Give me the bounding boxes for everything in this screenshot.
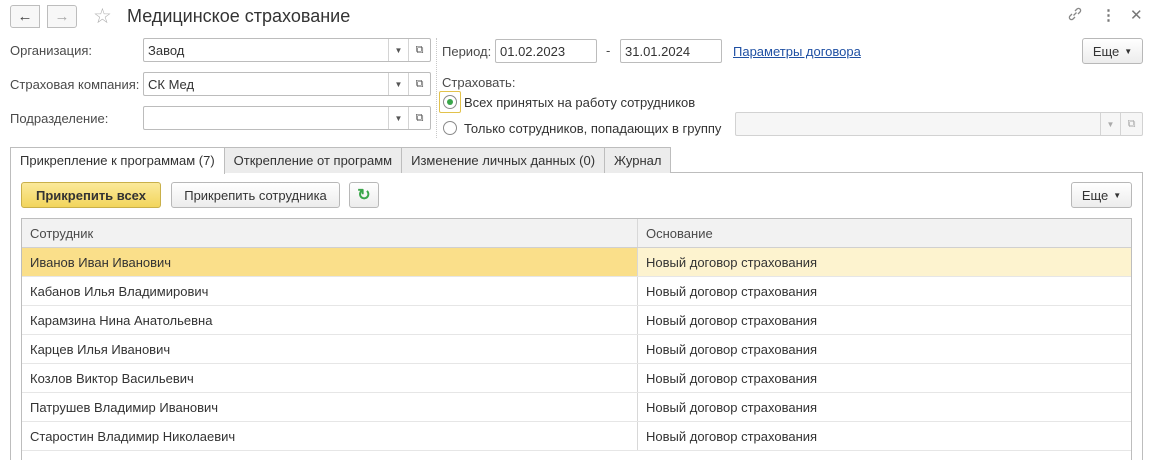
- table-row[interactable]: Козлов Виктор Васильевич Новый договор с…: [22, 364, 1131, 393]
- insurance-company-field[interactable]: СК Мед ▼ ⧉: [143, 72, 431, 96]
- period-label: Период:: [442, 44, 492, 59]
- cell-basis: Новый договор страхования: [646, 342, 818, 357]
- table-more-button[interactable]: Еще ▼: [1071, 182, 1132, 208]
- arrow-left-icon: ←: [17, 8, 33, 25]
- cell-basis: Новый договор страхования: [646, 313, 818, 328]
- more-button[interactable]: Еще ▼: [1082, 38, 1143, 64]
- period-to-input[interactable]: 31.01.2024: [620, 39, 722, 63]
- organization-field[interactable]: Завод ▼ ⧉: [143, 38, 431, 62]
- department-label: Подразделение:: [10, 111, 109, 126]
- attach-employee-button[interactable]: Прикрепить сотрудника: [171, 182, 340, 208]
- table-row[interactable]: Старостин Владимир Николаевич Новый дого…: [22, 422, 1131, 451]
- cell-employee: Козлов Виктор Васильевич: [22, 364, 638, 392]
- column-header-employee[interactable]: Сотрудник: [22, 219, 638, 247]
- column-divider: [436, 38, 437, 138]
- refresh-button[interactable]: ↻: [349, 182, 379, 208]
- radio-all-employees-label[interactable]: Всех принятых на работу сотрудников: [464, 95, 695, 110]
- cell-basis: Новый договор страхования: [646, 429, 818, 444]
- dropdown-icon[interactable]: ▼: [1100, 113, 1120, 135]
- cell-employee: Патрушев Владимир Иванович: [22, 393, 638, 421]
- open-icon[interactable]: ⧉: [408, 107, 430, 129]
- more-vertical-icon[interactable]: ⋮: [1101, 6, 1116, 24]
- tab-detach-programs[interactable]: Открепление от программ: [223, 147, 403, 173]
- cell-basis: Новый договор страхования: [646, 400, 818, 415]
- open-icon[interactable]: ⧉: [408, 73, 430, 95]
- table-row[interactable]: Карамзина Нина Анатольевна Новый договор…: [22, 306, 1131, 335]
- cell-basis: Новый договор страхования: [646, 371, 818, 386]
- organization-label: Организация:: [10, 43, 93, 58]
- tab-journal[interactable]: Журнал: [604, 147, 672, 173]
- table-row[interactable]: Карцев Илья Иванович Новый договор страх…: [22, 335, 1131, 364]
- column-header-basis[interactable]: Основание: [638, 219, 1131, 247]
- dropdown-icon[interactable]: ▼: [388, 73, 408, 95]
- table-row[interactable]: Иванов Иван Иванович Новый договор страх…: [22, 248, 1131, 277]
- page-title: Медицинское страхование: [127, 6, 351, 26]
- open-icon[interactable]: ⧉: [1120, 113, 1142, 135]
- refresh-icon: ↻: [357, 187, 371, 204]
- link-icon[interactable]: [1067, 6, 1083, 26]
- period-separator: -: [606, 43, 611, 58]
- radio-group-employees-label[interactable]: Только сотрудников, попадающих в группу: [464, 121, 721, 136]
- table-row[interactable]: Патрушев Владимир Иванович Новый договор…: [22, 393, 1131, 422]
- radio-group-employees[interactable]: [443, 121, 457, 135]
- cell-employee: Карцев Илья Иванович: [22, 335, 638, 363]
- period-from-input[interactable]: 01.02.2023: [495, 39, 597, 63]
- cell-employee: Старостин Владимир Николаевич: [22, 422, 638, 450]
- department-value[interactable]: [144, 107, 388, 129]
- insurance-company-label: Страховая компания:: [10, 77, 140, 92]
- chevron-down-icon: ▼: [1124, 46, 1133, 56]
- close-icon[interactable]: ✕: [1130, 6, 1143, 24]
- dropdown-icon[interactable]: ▼: [388, 107, 408, 129]
- cell-employee: Иванов Иван Иванович: [22, 248, 638, 276]
- insure-label: Страховать:: [442, 75, 516, 90]
- radio-all-employees[interactable]: [443, 95, 457, 109]
- open-icon[interactable]: ⧉: [408, 39, 430, 61]
- insurance-company-value[interactable]: СК Мед: [144, 73, 388, 95]
- cell-basis: Новый договор страхования: [638, 248, 1131, 276]
- cell-basis: Новый договор страхования: [646, 284, 818, 299]
- contract-params-link[interactable]: Параметры договора: [733, 44, 861, 59]
- cell-employee: Кабанов Илья Владимирович: [22, 277, 638, 305]
- back-button[interactable]: ←: [10, 5, 40, 28]
- group-value[interactable]: [736, 113, 1100, 135]
- department-field[interactable]: ▼ ⧉: [143, 106, 431, 130]
- tab-personal-data[interactable]: Изменение личных данных (0): [401, 147, 606, 173]
- tab-attach-programs[interactable]: Прикрепление к программам (7): [10, 147, 225, 174]
- favorite-star-icon[interactable]: ☆: [93, 4, 112, 29]
- table-row[interactable]: Кабанов Илья Владимирович Новый договор …: [22, 277, 1131, 306]
- table-header: Сотрудник Основание: [22, 219, 1131, 248]
- cell-employee: Карамзина Нина Анатольевна: [22, 306, 638, 334]
- forward-button[interactable]: →: [47, 5, 77, 28]
- group-field[interactable]: ▼ ⧉: [735, 112, 1143, 136]
- chevron-down-icon: ▼: [1113, 190, 1122, 200]
- more-button-label: Еще: [1092, 43, 1120, 59]
- tab-bar: Прикрепление к программам (7) Откреплени…: [10, 147, 672, 174]
- employees-table[interactable]: Сотрудник Основание Иванов Иван Иванович…: [21, 218, 1132, 460]
- arrow-right-icon: →: [54, 8, 70, 25]
- table-more-label: Еще: [1081, 187, 1109, 203]
- organization-value[interactable]: Завод: [144, 39, 388, 61]
- attach-all-button[interactable]: Прикрепить всех: [21, 182, 161, 208]
- dropdown-icon[interactable]: ▼: [388, 39, 408, 61]
